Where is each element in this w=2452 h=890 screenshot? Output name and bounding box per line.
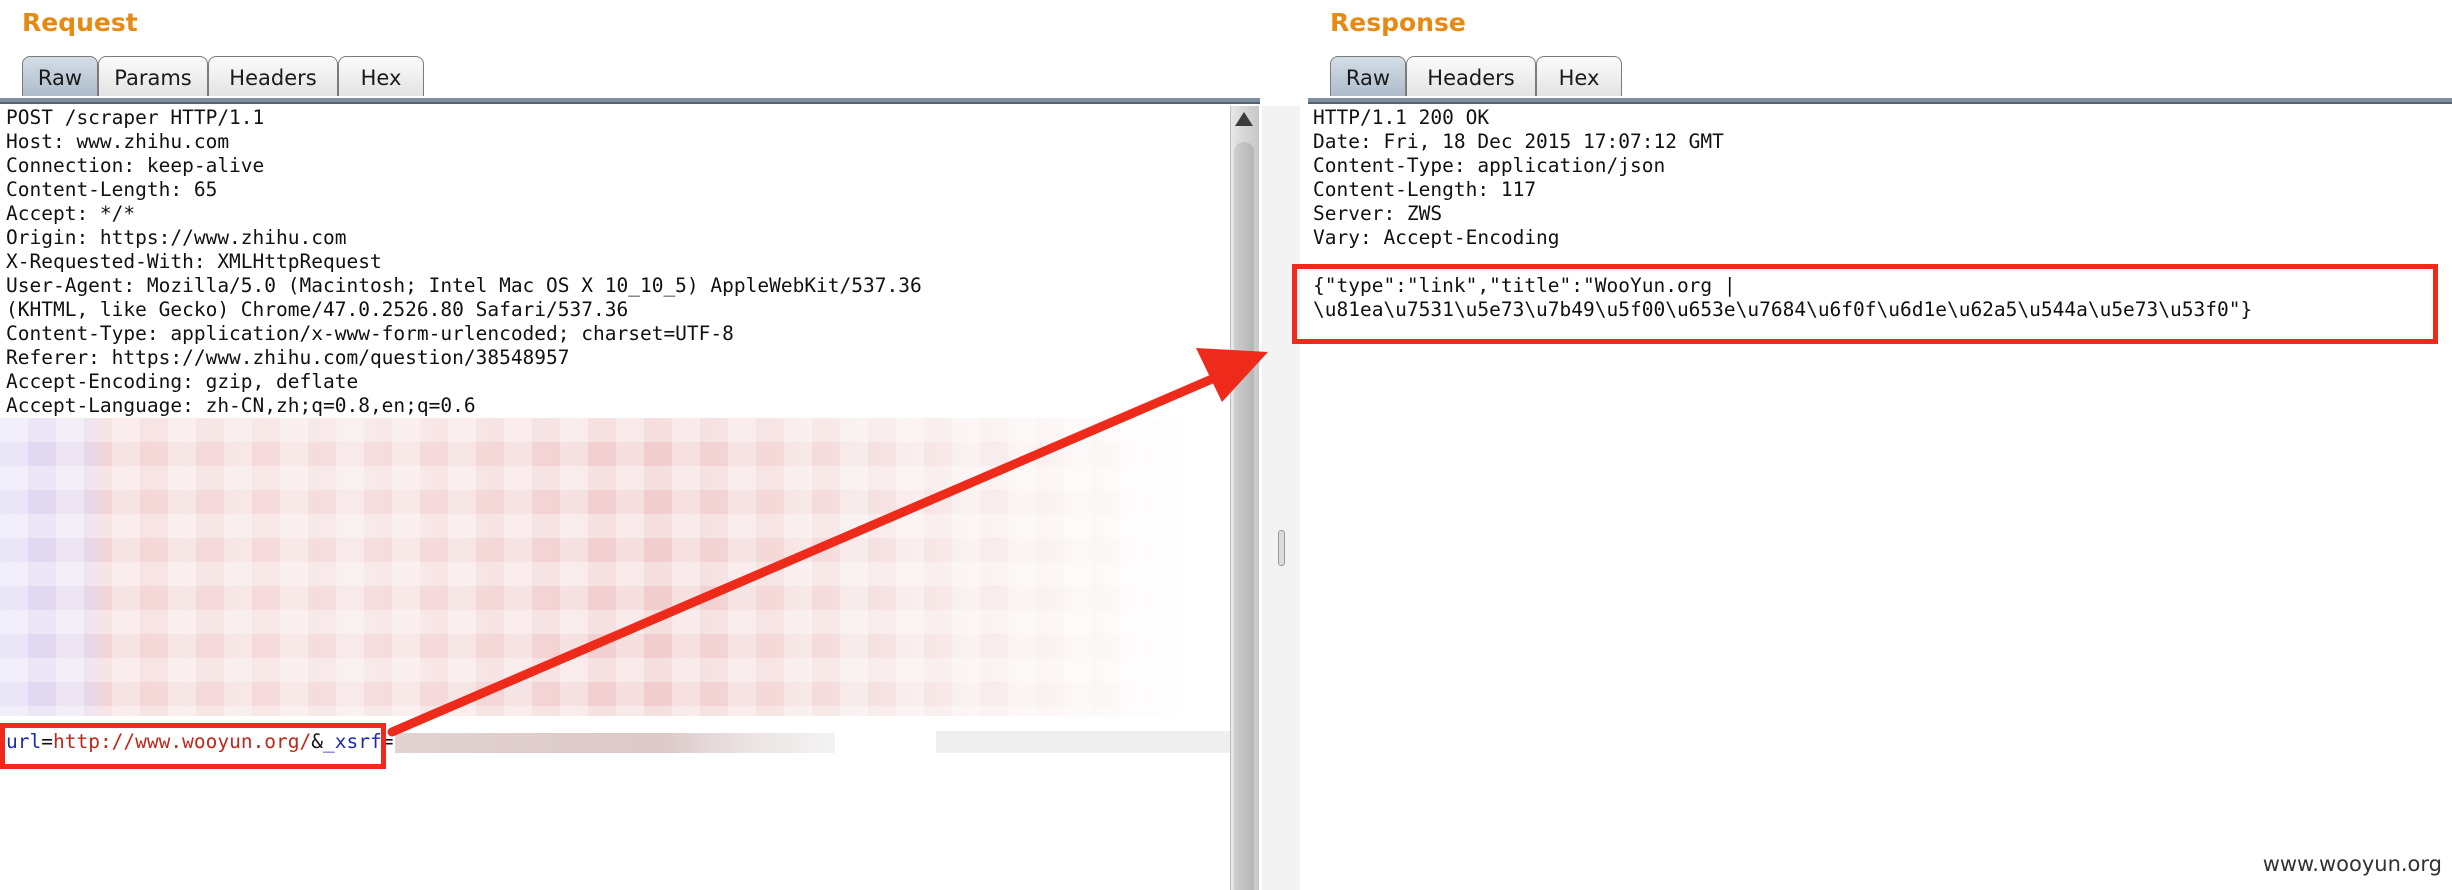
watermark: www.wooyun.org: [2262, 852, 2442, 876]
annotation-arrow-icon: [387, 348, 1268, 737]
